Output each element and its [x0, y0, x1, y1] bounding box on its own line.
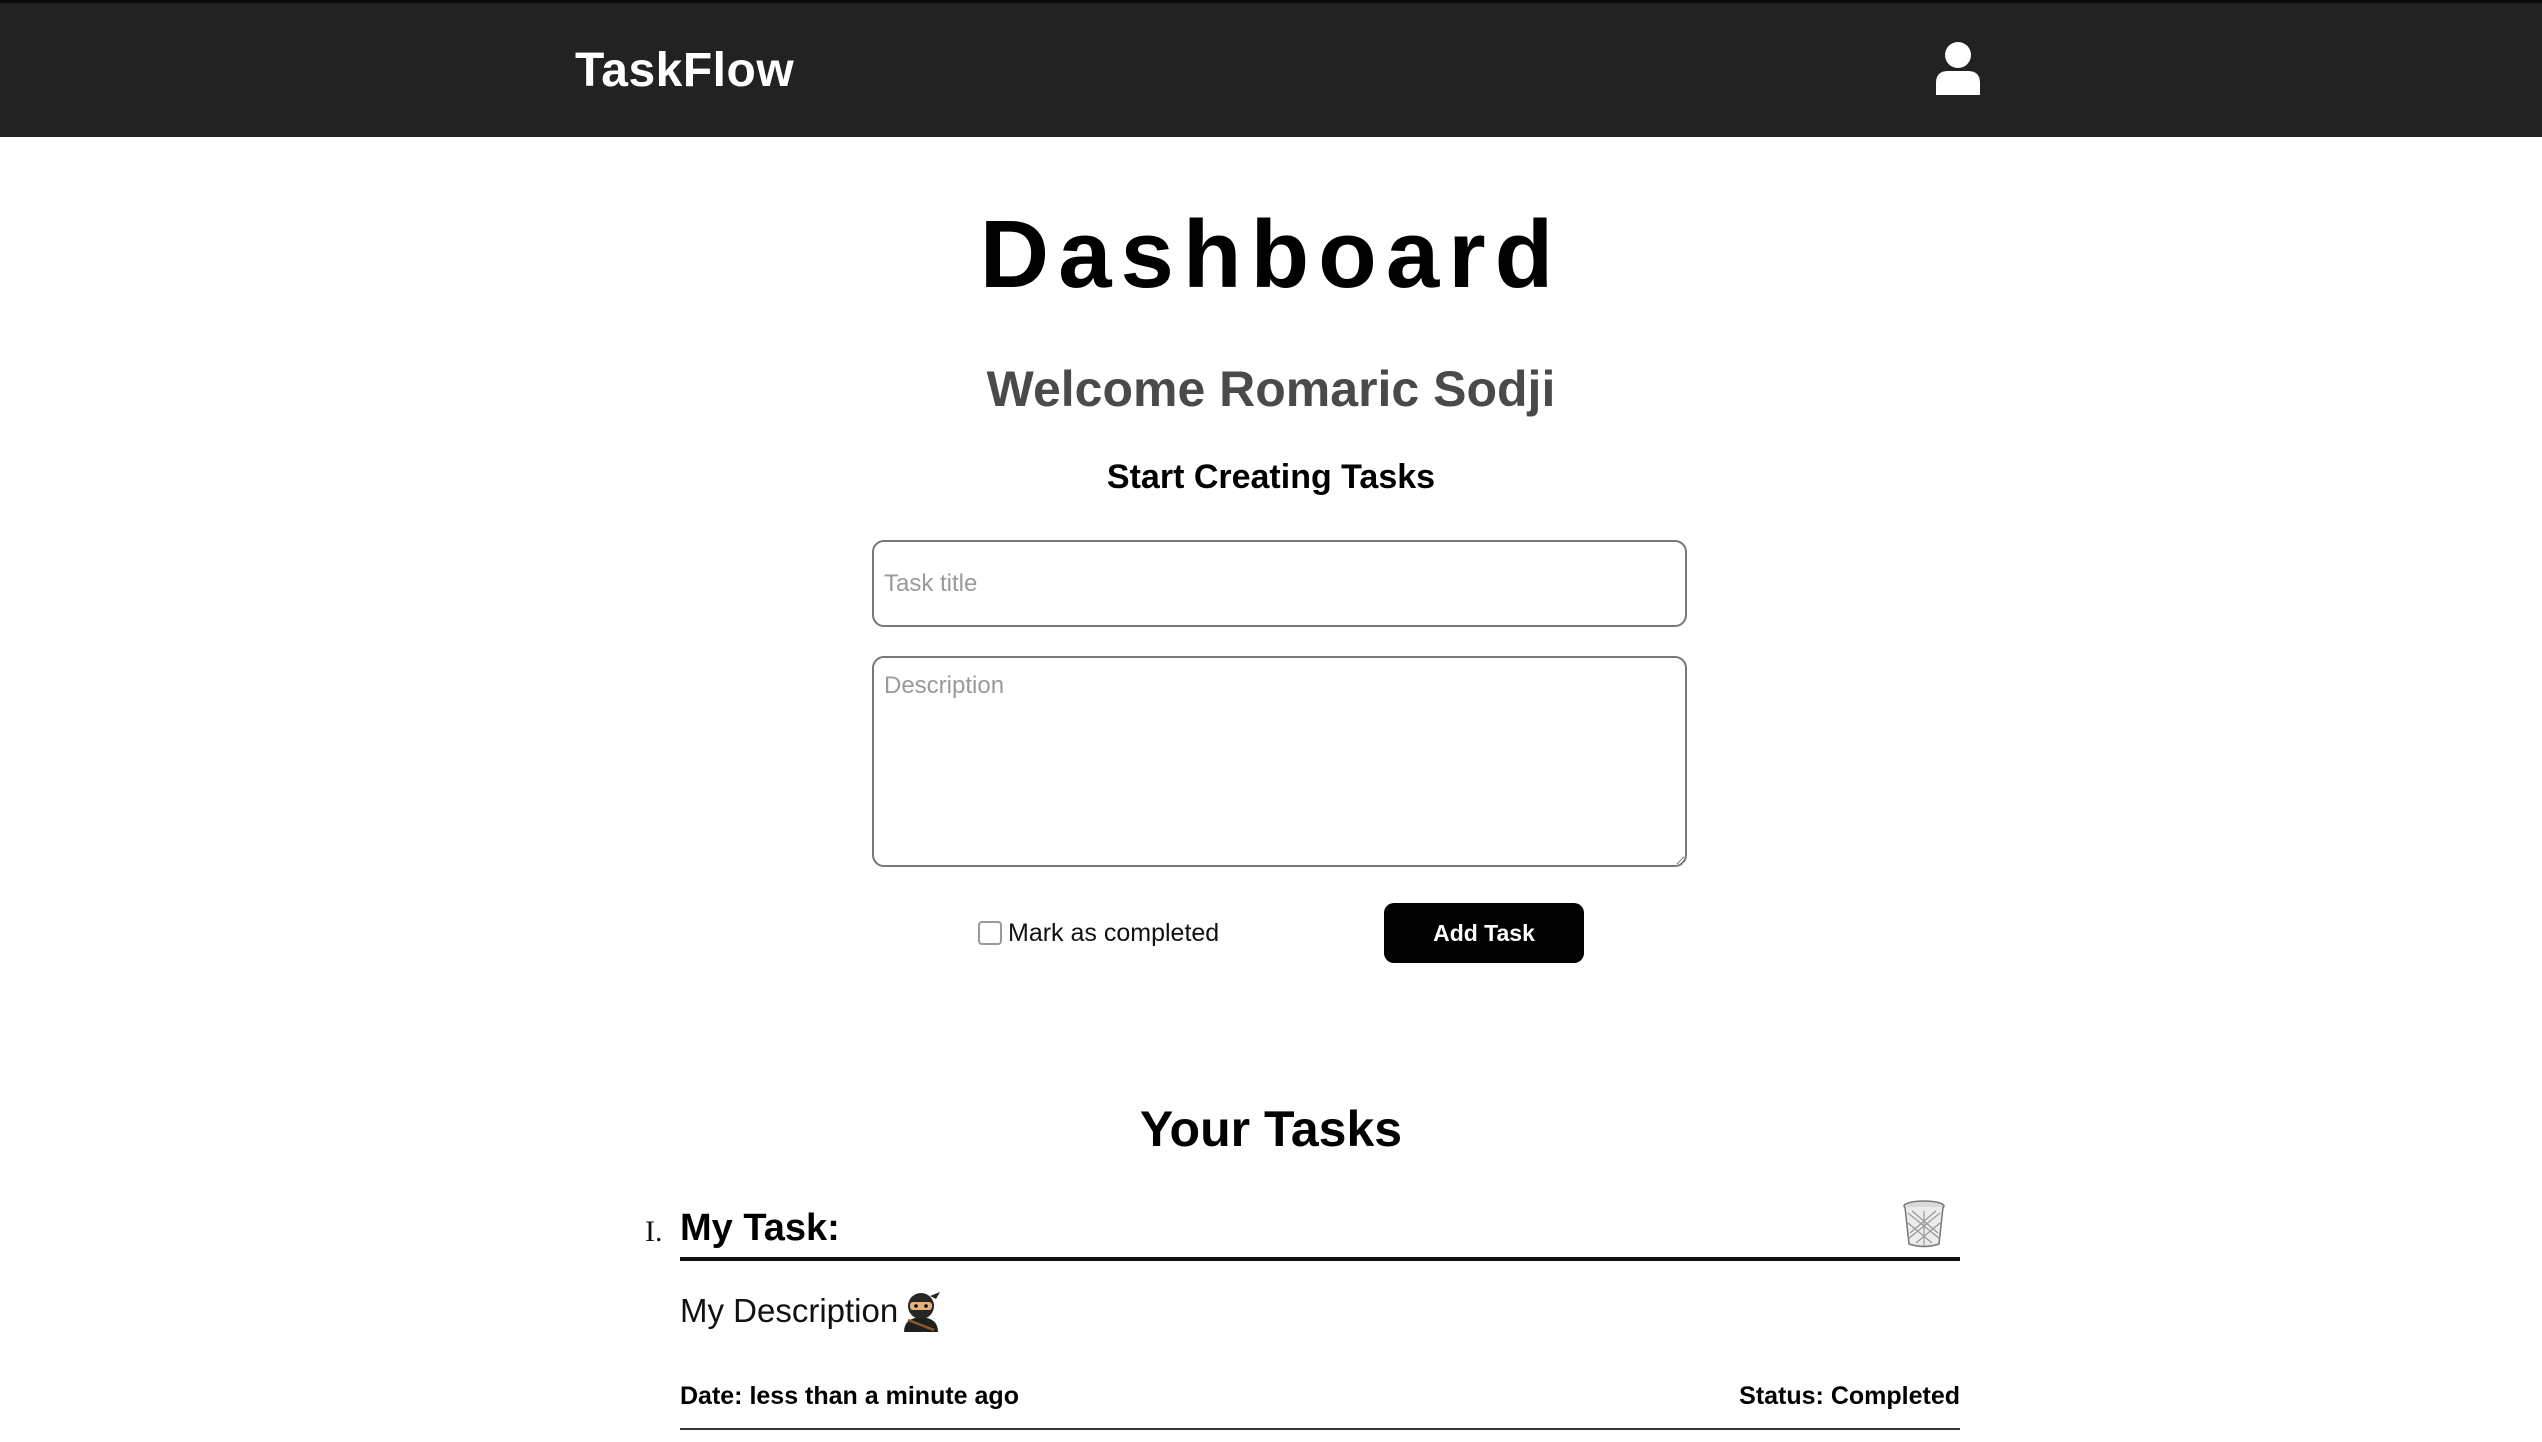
task-list-marker: I. [645, 1215, 663, 1248]
task-description-input[interactable] [872, 656, 1687, 867]
trash-icon-svg [1903, 1200, 1945, 1248]
task-date: Date: less than a minute ago [680, 1382, 1019, 1410]
task-status: Status: Completed [1739, 1382, 1960, 1410]
mark-completed-toggle[interactable]: Mark as completed [978, 916, 1219, 950]
mark-completed-label: Mark as completed [1008, 918, 1220, 947]
form-subtitle: Start Creating Tasks [1106, 458, 1436, 496]
welcome-message: Welcome Romaric Sodji [986, 361, 1556, 417]
ninja-emoji-icon [900, 1290, 942, 1332]
task-description: My Description [680, 1290, 942, 1332]
task-description-text: My Description [680, 1292, 899, 1329]
ninja-emoji-svg [904, 1292, 941, 1332]
mark-completed-checkbox[interactable] [978, 921, 1002, 945]
task-title-input[interactable] [872, 540, 1687, 627]
task-title: My Task: [680, 1207, 840, 1249]
task-header: My Task: [680, 1195, 1960, 1261]
brand-logo[interactable]: TaskFlow [575, 43, 794, 98]
user-icon[interactable] [1934, 41, 1982, 95]
top-navbar: TaskFlow [0, 0, 2542, 137]
your-tasks-heading: Your Tasks [1139, 1101, 1403, 1157]
user-icon-svg [1936, 42, 1980, 95]
add-task-button[interactable]: Add Task [1384, 903, 1584, 963]
trash-icon[interactable] [1902, 1199, 1946, 1249]
task-footer: Date: less than a minute ago Status: Com… [680, 1382, 1960, 1430]
page-title: Dashboard [979, 201, 1563, 308]
